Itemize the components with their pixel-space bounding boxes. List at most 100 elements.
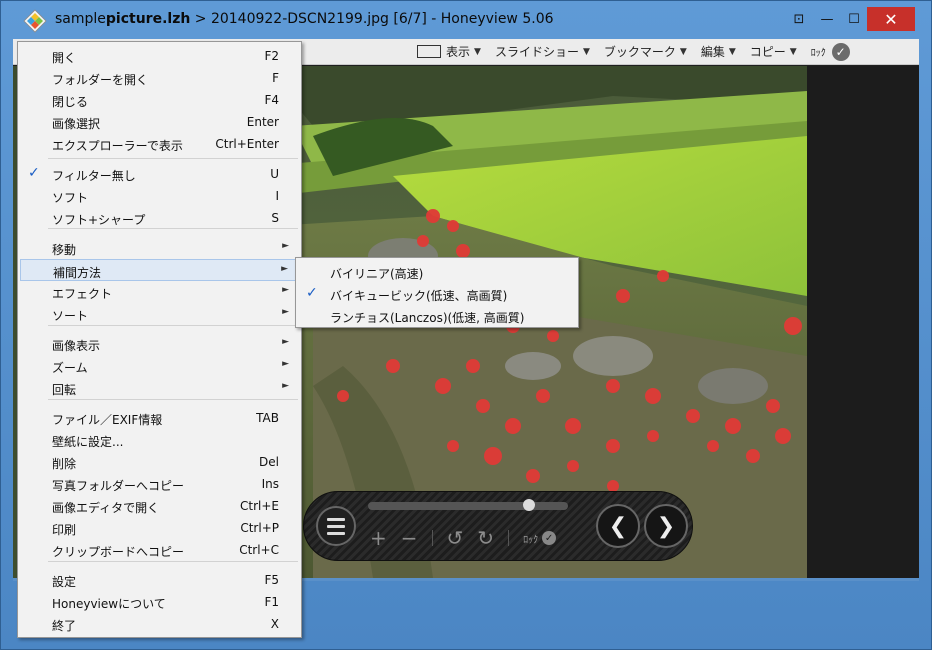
dropdown-arrow-icon: ▼: [789, 46, 797, 57]
menu-item-shortcut: F: [272, 71, 279, 85]
submenu-item-label: ランチョス(Lanczos)(低速, 高画質): [330, 311, 525, 325]
menu-item[interactable]: 終了 X: [20, 613, 299, 635]
menu-item-label: クリップボードへコピー: [52, 545, 185, 559]
menu-item-label: 削除: [52, 457, 77, 471]
menu-item-label: 画像選択: [52, 117, 101, 131]
menu-item[interactable]: クリップボードへコピー Ctrl+C: [20, 539, 299, 561]
minimize-button[interactable]: —: [813, 7, 841, 31]
zoom-in-icon[interactable]: +: [370, 526, 387, 550]
menu-item-label: エクスプローラーで表示: [52, 139, 183, 153]
submenu-item[interactable]: バイリニア(高速): [298, 261, 576, 283]
control-row: + − ↺ ↻ ﾛｯｸ ✓: [370, 526, 557, 550]
lock-toggle[interactable]: ﾛｯｸ ✓: [810, 42, 850, 61]
submenu-item[interactable]: ✓ バイキュービック(低速、高画質): [298, 283, 576, 305]
dropdown-arrow-icon: ▼: [474, 46, 481, 57]
viewer-margin: [807, 66, 919, 578]
menu-item[interactable]: 印刷 Ctrl+P: [20, 517, 299, 539]
menu-item[interactable]: 削除 Del: [20, 451, 299, 473]
app-window: samplepicture.lzh > 20140922-DSCN2199.jp…: [0, 0, 932, 650]
menu-item-label: フィルター無し: [52, 169, 136, 183]
menu-item[interactable]: 画像エディタで開く Ctrl+E: [20, 495, 299, 517]
view-menu-button[interactable]: 表示 ▼: [417, 43, 481, 60]
menu-item[interactable]: エフェクト ►: [20, 281, 299, 303]
menu-item-shortcut: Ctrl+E: [240, 499, 279, 513]
submenu-item[interactable]: ランチョス(Lanczos)(低速, 高画質): [298, 305, 576, 327]
hamburger-icon-line: [327, 531, 345, 535]
menu-item[interactable]: Honeyviewについて F1: [20, 591, 299, 613]
context-menu: 開く F2 フォルダーを開く F 閉じる F4 画像選択 Enter エクスプローラーで表示 Ct…: [17, 41, 302, 638]
bookmark-menu-button[interactable]: ブックマーク ▼: [604, 43, 687, 60]
menu-item[interactable]: 画像表示 ►: [20, 333, 299, 355]
menu-item[interactable]: 設定 F5: [20, 569, 299, 591]
menu-separator: [48, 399, 298, 400]
menu-item-label: 画像エディタで開く: [52, 501, 160, 515]
menu-item-label: Honeyviewについて: [52, 597, 166, 611]
menu-item-shortcut: Ctrl+C: [239, 543, 279, 557]
menu-item[interactable]: 写真フォルダーへコピー Ins: [20, 473, 299, 495]
menu-item-label: 画像表示: [52, 339, 101, 353]
menu-item-label: 終了: [52, 619, 77, 633]
menu-item[interactable]: エクスプローラーで表示 Ctrl+Enter: [20, 133, 299, 155]
submenu-item-label: バイリニア(高速): [330, 267, 424, 281]
maximize-button[interactable]: ☐: [841, 7, 867, 31]
title-bar[interactable]: samplepicture.lzh > 20140922-DSCN2199.jp…: [1, 1, 931, 39]
menu-item[interactable]: ✓ フィルター無し U: [20, 163, 299, 185]
menu-item[interactable]: ソフト I: [20, 185, 299, 207]
menu-item-shortcut: Enter: [246, 115, 279, 129]
menu-item-label: 写真フォルダーへコピー: [52, 479, 185, 493]
submenu-arrow-icon: ►: [282, 337, 289, 347]
pin-button[interactable]: ⊡: [785, 7, 813, 31]
menu-item[interactable]: 壁紙に設定...: [20, 429, 299, 451]
rotate-left-icon[interactable]: ↺: [447, 526, 464, 550]
menu-item-label: 移動: [52, 243, 77, 257]
interpolation-submenu: バイリニア(高速) ✓ バイキュービック(低速、高画質) ランチョス(Lanczos)…: [295, 257, 579, 328]
menu-item-shortcut: Del: [259, 455, 279, 469]
submenu-arrow-icon: ►: [282, 241, 289, 251]
menu-item-label: 補間方法: [53, 266, 102, 280]
zoom-out-icon[interactable]: −: [401, 526, 418, 550]
zoom-slider[interactable]: [368, 499, 568, 511]
menu-item-label: ズーム: [52, 361, 88, 375]
lock-label: ﾛｯｸ: [810, 48, 826, 59]
lock-toggle[interactable]: ﾛｯｸ ✓: [523, 531, 557, 546]
next-image-button[interactable]: ❯: [644, 504, 688, 548]
menu-item-label: 壁紙に設定...: [52, 435, 124, 449]
submenu-arrow-icon: ►: [282, 285, 289, 295]
bookmark-menu-label: ブックマーク: [603, 45, 676, 59]
menu-item[interactable]: ファイル／EXIF情報 TAB: [20, 407, 299, 429]
dropdown-arrow-icon: ▼: [582, 46, 590, 57]
menu-item-label: ソフト: [52, 191, 89, 205]
menu-item[interactable]: ソート ►: [20, 303, 299, 325]
slider-knob[interactable]: [523, 499, 535, 511]
menu-item-label: 閉じる: [52, 95, 89, 109]
fullscreen-frame-icon: [417, 45, 441, 58]
menu-item[interactable]: フォルダーを開く F: [20, 67, 299, 89]
menu-item-label: エフェクト: [52, 287, 113, 301]
menu-item[interactable]: 補間方法 ►: [20, 259, 299, 281]
divider: [508, 530, 510, 546]
menu-item-label: ソート: [52, 309, 89, 323]
slideshow-menu-button[interactable]: スライドショー ▼: [495, 43, 590, 60]
edit-menu-button[interactable]: 編集 ▼: [701, 43, 736, 60]
menu-item[interactable]: 回転 ►: [20, 377, 299, 399]
submenu-arrow-icon: ►: [281, 264, 288, 274]
menu-item[interactable]: ソフト+シャープ S: [20, 207, 299, 229]
menu-item[interactable]: 画像選択 Enter: [20, 111, 299, 133]
menu-item[interactable]: 移動 ►: [20, 237, 299, 259]
menu-item[interactable]: 閉じる F4: [20, 89, 299, 111]
close-button[interactable]: ✕: [867, 7, 915, 31]
menu-separator: [48, 228, 298, 229]
menu-item[interactable]: ズーム ►: [20, 355, 299, 377]
menu-button[interactable]: [316, 506, 356, 546]
menu-item[interactable]: 開く F2: [20, 45, 299, 67]
copy-menu-label: コピー: [749, 45, 786, 59]
menu-item-shortcut: F5: [264, 573, 279, 587]
menu-item-shortcut: F4: [264, 93, 279, 107]
rotate-right-icon[interactable]: ↻: [477, 526, 494, 550]
copy-menu-button[interactable]: コピー ▼: [750, 43, 797, 60]
check-icon: ✓: [306, 285, 318, 301]
previous-image-button[interactable]: ❮: [596, 504, 640, 548]
menu-item-shortcut: I: [275, 189, 279, 203]
menu-item-shortcut: S: [271, 211, 279, 225]
dropdown-arrow-icon: ▼: [728, 46, 736, 57]
